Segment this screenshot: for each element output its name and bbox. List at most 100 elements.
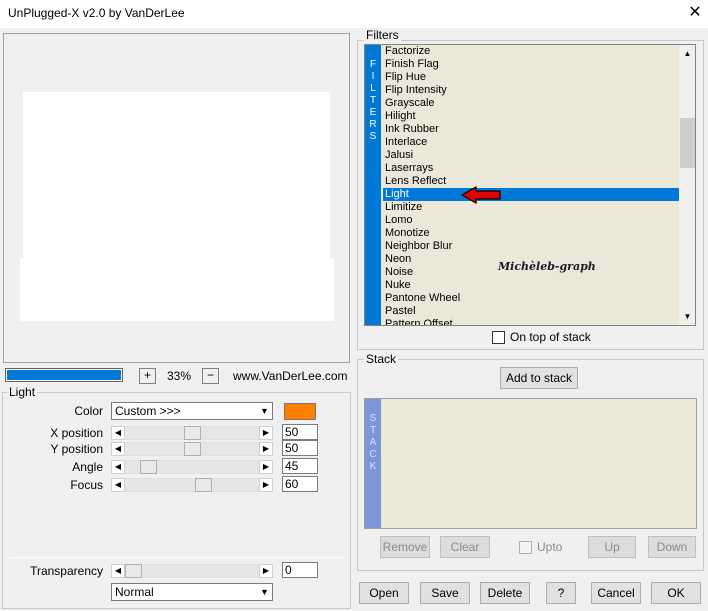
focus-slider[interactable]: ◀ ▶ [111, 478, 273, 492]
filter-item[interactable]: Lomo [383, 214, 679, 227]
arrow-left-icon[interactable]: ◀ [111, 478, 125, 492]
arrow-left-icon[interactable]: ◀ [111, 460, 125, 474]
slider-thumb[interactable] [125, 564, 142, 578]
stack-list[interactable]: STACK [364, 398, 697, 529]
filter-item[interactable]: Laserrays [383, 162, 679, 175]
preview-pane[interactable] [3, 33, 350, 363]
color-swatch[interactable] [284, 403, 316, 420]
filter-list[interactable]: FILTERS Factorize Finish Flag Flip Hue Flip… [364, 44, 696, 326]
arrow-right-icon[interactable]: ▶ [259, 426, 273, 440]
transparency-slider[interactable]: ◀ ▶ [111, 564, 273, 578]
filter-items[interactable]: Factorize Finish Flag Flip Hue Flip Intensi… [383, 45, 679, 325]
arrow-right-icon[interactable]: ▶ [259, 564, 273, 578]
arrow-left-icon[interactable]: ◀ [111, 426, 125, 440]
strip-letter: S [369, 131, 377, 142]
filter-item[interactable]: Ink Rubber [383, 123, 679, 136]
strip-letter: C [369, 449, 377, 460]
filter-item[interactable]: Finish Flag [383, 58, 679, 71]
save-button[interactable]: Save [420, 582, 470, 604]
strip-letter: T [369, 425, 377, 436]
angle-field[interactable]: 45 [282, 458, 318, 474]
param-label: Y position [50, 442, 103, 456]
filter-scrollbar[interactable]: ▲ ▼ [679, 45, 695, 325]
filter-item[interactable]: Pattern Offset [383, 318, 679, 325]
y-position-slider[interactable]: ◀ ▶ [111, 442, 273, 456]
strip-letter: S [369, 413, 377, 424]
on-top-label[interactable]: On top of stack [510, 331, 591, 344]
angle-slider[interactable]: ◀ ▶ [111, 460, 273, 474]
strip-letter: T [369, 95, 377, 106]
add-to-stack-button[interactable]: Add to stack [500, 367, 578, 389]
arrow-right-icon[interactable]: ▶ [259, 460, 273, 474]
zoom-in-button[interactable]: + [139, 368, 156, 384]
x-position-field[interactable]: 50 [282, 424, 318, 440]
open-button[interactable]: Open [359, 582, 409, 604]
filter-item[interactable]: Pantone Wheel [383, 292, 679, 305]
focus-field[interactable]: 60 [282, 476, 318, 492]
arrow-right-icon[interactable]: ▶ [259, 478, 273, 492]
slider-thumb[interactable] [195, 478, 213, 492]
strip-letter: F [369, 59, 377, 70]
arrow-left-icon[interactable]: ◀ [111, 442, 125, 456]
chevron-down-icon[interactable]: ▼ [256, 403, 272, 419]
filter-item[interactable]: Light [383, 188, 679, 201]
light-legend: Light [7, 385, 38, 399]
arrow-left-icon[interactable]: ◀ [111, 564, 125, 578]
filter-item[interactable]: Monotize [383, 227, 679, 240]
watermark: Michèleb-graph [498, 260, 596, 273]
filter-item[interactable]: Flip Hue [383, 71, 679, 84]
filter-item[interactable]: Neighbor Blur [383, 240, 679, 253]
color-label: Color [74, 404, 103, 418]
help-button[interactable]: ? [546, 582, 576, 604]
progress-fill [7, 370, 121, 380]
clear-button[interactable]: Clear [440, 536, 490, 558]
strip-letter: K [369, 461, 377, 472]
strip-letter: I [371, 71, 375, 82]
scroll-down-icon[interactable]: ▼ [679, 308, 695, 325]
filter-item[interactable]: Grayscale [383, 97, 679, 110]
filter-item[interactable]: Lens Reflect [383, 175, 679, 188]
slider-thumb[interactable] [139, 460, 157, 474]
cancel-button[interactable]: Cancel [591, 582, 641, 604]
window-title: UnPlugged-X v2.0 by VanDerLee [8, 6, 185, 20]
slider-thumb[interactable] [183, 442, 201, 456]
filter-item[interactable]: Interlace [383, 136, 679, 149]
upto-label[interactable]: Upto [537, 541, 562, 554]
down-button[interactable]: Down [648, 536, 696, 558]
stack-strip: STACK [365, 399, 381, 528]
y-position-field[interactable]: 50 [282, 440, 318, 456]
chevron-down-icon[interactable]: ▼ [256, 584, 272, 600]
filters-legend: Filters [364, 28, 401, 42]
filter-item[interactable]: Nuke [383, 279, 679, 292]
remove-button[interactable]: Remove [380, 536, 430, 558]
color-select[interactable]: Custom >>> ▼ [111, 402, 273, 420]
filter-item[interactable]: Factorize [383, 45, 679, 58]
x-position-slider[interactable]: ◀ ▶ [111, 426, 273, 440]
filter-item[interactable]: Jalusi [383, 149, 679, 162]
transparency-label: Transparency [30, 564, 103, 578]
strip-letter: A [369, 437, 377, 448]
zoom-value: 33% [166, 369, 192, 383]
filter-item[interactable]: Flip Intensity [383, 84, 679, 97]
slider-thumb[interactable] [183, 426, 201, 440]
strip-letter: L [370, 83, 376, 94]
filter-item[interactable]: Hilight [383, 110, 679, 123]
on-top-checkbox[interactable] [492, 331, 505, 344]
arrow-right-icon[interactable]: ▶ [259, 442, 273, 456]
transparency-field[interactable]: 0 [282, 562, 318, 578]
divider [10, 557, 343, 558]
filter-item[interactable]: Pastel [383, 305, 679, 318]
delete-button[interactable]: Delete [480, 582, 530, 604]
zoom-out-button[interactable]: − [202, 368, 219, 384]
upto-checkbox[interactable] [519, 541, 532, 554]
filter-item[interactable]: Limitize [383, 201, 679, 214]
scroll-up-icon[interactable]: ▲ [679, 45, 695, 62]
blend-mode-select[interactable]: Normal ▼ [111, 583, 273, 601]
stack-legend: Stack [364, 352, 399, 366]
ok-button[interactable]: OK [651, 582, 701, 604]
red-arrow-icon [460, 186, 501, 204]
up-button[interactable]: Up [588, 536, 636, 558]
close-icon[interactable]: ✕ [684, 3, 706, 23]
website-link[interactable]: www.VanDerLee.com [233, 368, 348, 384]
scroll-thumb[interactable] [680, 118, 695, 168]
